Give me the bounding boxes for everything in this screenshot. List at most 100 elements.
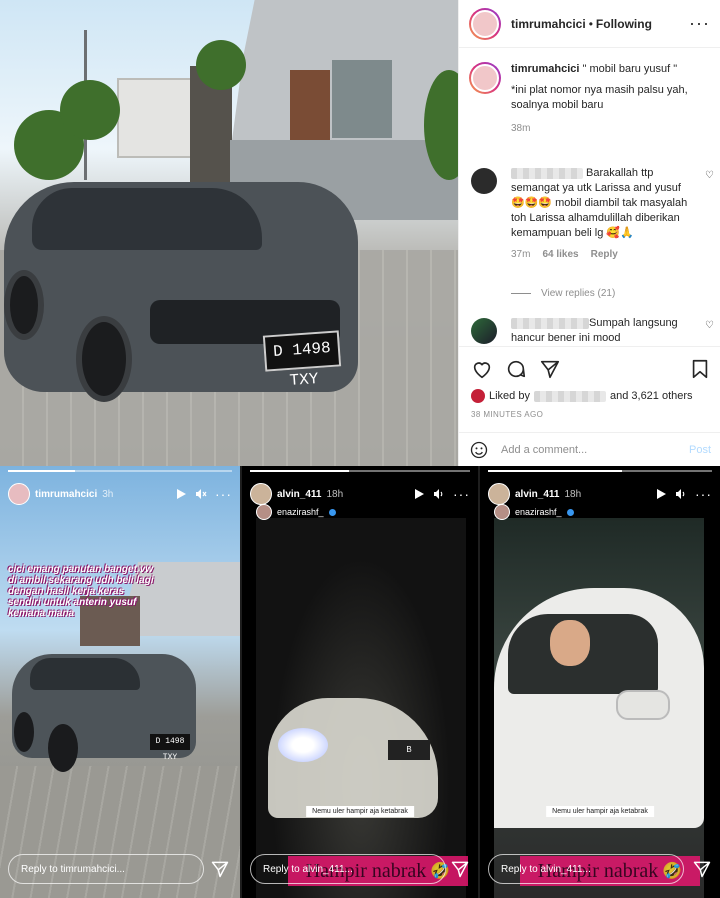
more-options-icon[interactable]: ··· xyxy=(453,487,470,501)
commenter-avatar[interactable] xyxy=(471,168,497,194)
add-comment-bar: Add a comment... Post xyxy=(459,432,720,466)
comment-reply-button[interactable]: Reply xyxy=(591,249,618,260)
comment-likes[interactable]: 64 likes xyxy=(542,249,578,260)
share-icon[interactable] xyxy=(539,358,561,380)
stories-strip: D 1498 TXY cici emang panutan banget,vw … xyxy=(0,466,720,898)
tagged-username[interactable]: enazirashf_ xyxy=(277,507,324,517)
avatar[interactable] xyxy=(488,483,510,505)
story-controls: ··· xyxy=(413,487,470,501)
story-username[interactable]: alvin_411 xyxy=(277,489,321,500)
volume-icon[interactable] xyxy=(433,488,445,500)
separator: • xyxy=(588,16,593,31)
story-time: 18h xyxy=(326,488,344,500)
comment-text: Sumpah langsung hancur bener ini mood xyxy=(511,317,678,344)
send-icon[interactable] xyxy=(450,859,470,879)
blurred-username xyxy=(511,317,589,329)
comment-item: Barakallah ttp semangat ya utk Larissa a… xyxy=(469,166,714,260)
license-plate: B xyxy=(388,740,430,760)
emoji-icon[interactable] xyxy=(469,440,489,460)
play-icon[interactable] xyxy=(655,488,667,500)
instagram-post: D 1498 TXY timrumahcici • Following ··· … xyxy=(0,0,720,466)
volume-icon[interactable] xyxy=(675,488,687,500)
tagged-username[interactable]: enazirashf_ xyxy=(515,507,562,517)
liked-by-prefix: Liked by xyxy=(489,390,530,402)
caption-text: timrumahcici " mobil baru yusuf " *ini p… xyxy=(511,62,714,113)
post-actions: Liked by and 3,621 others 38 MINUTES AGO xyxy=(459,346,720,419)
avatar[interactable] xyxy=(250,483,272,505)
more-options-icon[interactable]: ··· xyxy=(695,487,712,501)
story-panel[interactable]: D 1498 TXY cici emang panutan banget,vw … xyxy=(0,466,240,898)
car-wheel xyxy=(4,270,44,340)
story-panel[interactable]: B Nemu uler hampir aja ketabrak alvin_41… xyxy=(242,466,478,898)
story-tag: enazirashf_ xyxy=(256,504,336,520)
bookmark-icon[interactable] xyxy=(689,358,711,380)
car-wheel xyxy=(48,724,78,772)
story-caption: Nemu uler hampir aja ketabrak xyxy=(306,806,414,817)
story-time: 18h xyxy=(564,488,582,500)
story-username[interactable]: alvin_411 xyxy=(515,489,559,500)
tree xyxy=(196,40,246,90)
comment-text: Barakallah ttp semangat ya utk Larissa a… xyxy=(511,167,688,239)
comment-input[interactable]: Add a comment... xyxy=(501,444,689,456)
story-time: 3h xyxy=(102,488,114,500)
car-windshield xyxy=(30,658,140,690)
story-tag: enazirashf_ xyxy=(494,504,574,520)
story-panel[interactable]: Nemu uler hampir aja ketabrak alvin_411 … xyxy=(480,466,720,898)
story-video xyxy=(494,518,704,898)
post-comment-button[interactable]: Post xyxy=(689,444,711,456)
liked-by-suffix[interactable]: and 3,621 others xyxy=(610,390,693,402)
story-caption: Nemu uler hampir aja ketabrak xyxy=(546,806,654,817)
tagged-avatar[interactable] xyxy=(256,504,272,520)
avatar[interactable] xyxy=(8,483,30,505)
more-options-icon[interactable]: ··· xyxy=(215,487,232,501)
verified-icon xyxy=(566,508,574,516)
car-wheel xyxy=(76,316,132,402)
story-reply-input[interactable]: Reply to alvin_411... xyxy=(488,854,684,884)
comment-icon[interactable] xyxy=(505,358,527,380)
license-plate: D 1498 TXY xyxy=(150,734,190,762)
avatar[interactable] xyxy=(469,62,501,94)
liker-avatar[interactable] xyxy=(471,389,485,403)
view-replies-label: View replies (21) xyxy=(541,288,616,299)
comment-like-icon[interactable]: ♡ xyxy=(705,320,714,331)
post-photo[interactable]: D 1498 TXY xyxy=(0,0,458,466)
heart-icon[interactable] xyxy=(471,358,493,380)
play-icon[interactable] xyxy=(175,488,187,500)
story-reply-input[interactable]: Reply to timrumahcici... xyxy=(8,854,204,884)
story-username[interactable]: timrumahcici xyxy=(35,489,97,500)
caption-username[interactable]: timrumahcici xyxy=(511,63,579,75)
caption-time: 38m xyxy=(511,123,531,134)
license-plate: D 1498 TXY xyxy=(262,330,342,390)
story-reply-input[interactable]: Reply to alvin_411... xyxy=(250,854,446,884)
story-header: alvin_411 18h ··· xyxy=(250,482,470,506)
story-progress xyxy=(8,470,232,472)
car-windshield xyxy=(32,188,262,250)
send-icon[interactable] xyxy=(692,859,712,879)
story-header: alvin_411 18h ··· xyxy=(488,482,712,506)
follow-status[interactable]: Following xyxy=(596,17,652,31)
glass-window xyxy=(332,60,392,138)
comment-like-icon[interactable]: ♡ xyxy=(705,170,714,181)
username-link[interactable]: timrumahcici xyxy=(511,17,586,31)
avatar[interactable] xyxy=(469,7,501,40)
tagged-avatar[interactable] xyxy=(494,504,510,520)
caption-line1: " mobil baru yusuf " xyxy=(579,63,678,75)
house-left xyxy=(117,78,197,158)
story-controls: ··· xyxy=(175,487,232,501)
commenter-avatar[interactable] xyxy=(471,318,497,344)
tree xyxy=(60,80,120,140)
play-icon[interactable] xyxy=(413,488,425,500)
post-sidebar: timrumahcici • Following ··· timrumahcic… xyxy=(458,0,720,466)
story-video: B xyxy=(256,518,466,898)
send-icon[interactable] xyxy=(210,859,230,879)
more-options-icon[interactable]: ··· xyxy=(689,13,710,34)
story-progress xyxy=(488,470,712,472)
comment-time: 37m xyxy=(511,249,531,260)
divider xyxy=(511,293,531,294)
view-replies-button[interactable]: View replies (21) xyxy=(511,288,615,299)
blurred-username[interactable] xyxy=(533,390,606,402)
story-progress xyxy=(250,470,470,472)
action-icons xyxy=(471,357,711,381)
mute-icon[interactable] xyxy=(195,488,207,500)
car-wheel xyxy=(14,712,34,752)
